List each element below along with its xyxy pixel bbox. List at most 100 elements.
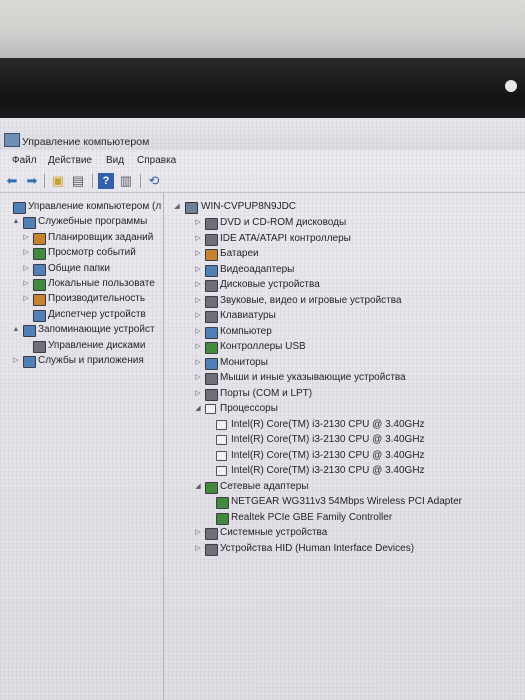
console-tree-item-node[interactable]: ▷ Общие папки [22, 262, 163, 276]
console-tree-item-label: Общие папки [48, 262, 111, 274]
device-tree-item-label: NETGEAR WG311v3 54Mbps Wireless PCI Adap… [231, 496, 463, 507]
device-tree-item-node[interactable]: ▷ Видеоадаптеры [194, 263, 525, 277]
menu-view[interactable]: Вид [106, 155, 124, 166]
network-card-icon [216, 512, 229, 525]
device-tree-item-label: Intel(R) Core(TM) i3-2130 CPU @ 3.40GHz [231, 465, 425, 476]
console-tree-item-node[interactable]: ▷ Планировщик заданий [22, 231, 163, 245]
device-tree-item-label: Видеоадаптеры [220, 263, 295, 275]
usb-icon [205, 342, 218, 354]
expand-arrow-icon[interactable]: ▷ [12, 354, 20, 368]
expand-arrow-icon[interactable]: ▷ [194, 278, 202, 292]
hid-icon [205, 543, 218, 556]
device-tree-item-node[interactable]: Realtek PCIe GBE Family Controller [205, 511, 525, 525]
network-card-icon [216, 497, 229, 509]
expand-arrow-icon[interactable]: ▷ [194, 216, 202, 230]
collapse-arrow-icon[interactable]: ▲ [12, 215, 20, 229]
device-tree-item-label: Мониторы [220, 356, 268, 368]
console-tree-item-node[interactable]: ▷ Локальные пользовате [22, 277, 163, 291]
forward-arrow-icon[interactable]: ➡ [24, 173, 40, 189]
monitor-icon [205, 357, 218, 370]
disk-drive-icon [205, 280, 218, 292]
performance-icon [33, 294, 46, 307]
device-tree-item-node[interactable]: Intel(R) Core(TM) i3-2130 CPU @ 3.40GHz [205, 449, 525, 463]
console-tree-item-node[interactable]: ▲ Служебные программы [12, 215, 163, 230]
console-tree-item-node[interactable]: ▷ Просмотр событий [22, 246, 163, 261]
device-tree-item-node[interactable]: ▷ Компьютер [194, 325, 525, 339]
collapse-arrow-icon[interactable]: ◢ [194, 402, 202, 416]
console-tree-item-node[interactable]: Диспетчер устройств [22, 308, 163, 322]
device-tree-item-node[interactable]: Intel(R) Core(TM) i3-2130 CPU @ 3.40GHz [205, 464, 525, 478]
device-tree-item-node[interactable]: ▷ Порты (COM и LPT) [194, 387, 525, 401]
expand-arrow-icon[interactable]: ▷ [194, 263, 202, 277]
up-folder-icon[interactable]: ▣ [50, 173, 66, 189]
device-tree-item-node[interactable]: Intel(R) Core(TM) i3-2130 CPU @ 3.40GHz [205, 433, 525, 447]
dvd-drive-icon [205, 218, 218, 230]
expand-arrow-icon[interactable]: ▷ [22, 277, 30, 291]
menu-file[interactable]: Файл [12, 155, 37, 166]
device-tree-item-label: Intel(R) Core(TM) i3-2130 CPU @ 3.40GHz [231, 434, 425, 445]
expand-arrow-icon[interactable]: ▷ [194, 325, 202, 339]
device-tree-item-node[interactable]: ▷ Клавиатуры [194, 309, 525, 323]
expand-arrow-icon[interactable]: ▷ [22, 292, 30, 306]
scan-hardware-icon[interactable]: ⟲ [146, 173, 162, 189]
device-tree-item-node[interactable]: Intel(R) Core(TM) i3-2130 CPU @ 3.40GHz [205, 418, 525, 432]
computer-icon [205, 326, 218, 339]
console-tree-item-node[interactable]: ▲ Запоминающие устройст [12, 323, 163, 338]
expand-arrow-icon[interactable]: ▷ [194, 371, 202, 385]
device-tree-item-node[interactable]: ◢ Сетевые адаптеры [194, 480, 525, 494]
menu-action[interactable]: Действие [48, 155, 92, 166]
device-tree-item-node[interactable]: ◢ Процессоры [194, 402, 525, 416]
expand-arrow-icon[interactable]: ▷ [22, 246, 30, 260]
title-bar[interactable]: Управление компьютером [0, 118, 525, 150]
console-tree-item-node[interactable]: Управление компьютером (л [2, 200, 163, 214]
menu-help[interactable]: Справка [137, 155, 176, 166]
device-tree-item-label: Intel(R) Core(TM) i3-2130 CPU @ 3.40GHz [231, 418, 425, 430]
help-icon[interactable]: ? [98, 173, 114, 189]
device-tree-item-node[interactable]: ▷ IDE ATA/ATAPI контроллеры [194, 232, 525, 246]
console-tree-item-node[interactable]: ▷ Производительность [22, 292, 163, 307]
toolbar-separator [140, 174, 141, 188]
collapse-arrow-icon[interactable]: ◢ [194, 480, 202, 494]
console-tree-item-node[interactable]: ▷ Службы и приложения [12, 354, 163, 368]
device-tree-item-node[interactable]: ▷ Мыши и иные указывающие устройства [194, 371, 525, 385]
toolbar: ⬅ ➡ ▣ ▤ ? ▥ ⟲ [0, 170, 525, 193]
collapse-arrow-icon[interactable]: ▲ [12, 323, 20, 337]
port-icon [205, 388, 218, 401]
device-tree-item-node[interactable]: ▷ Звуковые, видео и игровые устройства [194, 294, 525, 308]
device-tree-item-node[interactable]: ▷ DVD и CD-ROM дисководы [194, 216, 525, 230]
computer-icon [185, 202, 198, 214]
users-icon [33, 279, 46, 291]
expand-arrow-icon[interactable]: ▷ [194, 387, 202, 401]
expand-arrow-icon[interactable]: ▷ [194, 309, 202, 323]
device-tree-item-node[interactable]: ▷ Мониторы [194, 356, 525, 370]
device-tree-item-label: Дисковые устройства [220, 279, 320, 290]
device-tree-root[interactable]: ◢ WIN-CVPUP8N9JDC [173, 200, 523, 214]
device-tree-item-node[interactable]: ▷ Дисковые устройства [194, 278, 525, 292]
expand-arrow-icon[interactable]: ▷ [194, 526, 202, 540]
console-tree-item-node[interactable]: Управление дисками [22, 339, 163, 353]
device-tree-item-node[interactable]: ▷ Батареи [194, 247, 525, 261]
expand-arrow-icon[interactable]: ▷ [194, 232, 202, 246]
expand-arrow-icon[interactable]: ▷ [194, 356, 202, 370]
show-hide-tree-icon[interactable]: ▤ [70, 173, 86, 189]
device-tree-item-node[interactable]: ▷ Устройства HID (Human Interface Devices… [194, 542, 525, 556]
device-tree-item-label: IDE ATA/ATAPI контроллеры [220, 232, 351, 244]
tools-icon [23, 217, 36, 230]
device-tree-item-node[interactable]: ▷ Системные устройства [194, 526, 525, 540]
expand-arrow-icon[interactable]: ▷ [22, 262, 30, 276]
device-tree-item-label: Системные устройства [220, 527, 328, 538]
device-tree-item-node[interactable]: NETGEAR WG311v3 54Mbps Wireless PCI Adap… [205, 495, 525, 509]
collapse-arrow-icon[interactable]: ◢ [173, 200, 181, 214]
expand-arrow-icon[interactable]: ▷ [194, 340, 202, 354]
properties-icon[interactable]: ▥ [118, 173, 134, 189]
device-tree-item-label: Батареи [220, 248, 259, 259]
expand-arrow-icon[interactable]: ▷ [194, 542, 202, 556]
network-adapter-icon [205, 481, 218, 494]
expand-arrow-icon[interactable]: ▷ [22, 231, 30, 245]
device-tree-item-node[interactable]: ▷ Контроллеры USB [194, 340, 525, 354]
clock-icon [33, 232, 46, 245]
back-arrow-icon[interactable]: ⬅ [4, 173, 20, 189]
expand-arrow-icon[interactable]: ▷ [194, 247, 202, 261]
expand-arrow-icon[interactable]: ▷ [194, 294, 202, 308]
cpu-icon [216, 466, 227, 476]
